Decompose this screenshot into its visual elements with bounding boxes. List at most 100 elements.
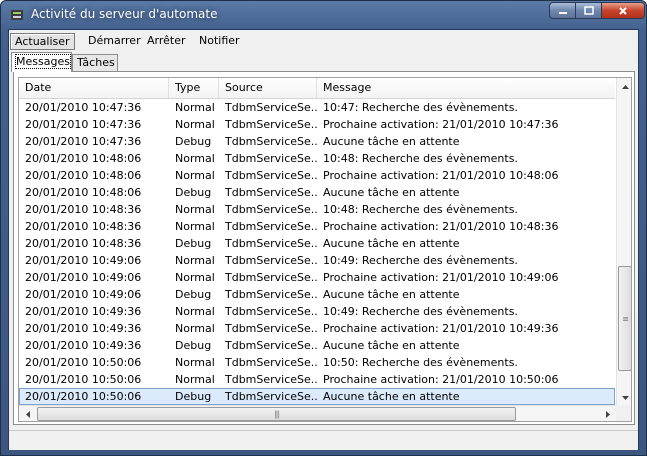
table-row[interactable]: 20/01/2010 10:48:06 Normal TdbmServiceSe..…	[19, 150, 615, 167]
cell-message: 10:48: Recherche des évènements.	[323, 152, 518, 165]
scroll-down-button[interactable]	[617, 389, 631, 406]
cell-source: TdbmServiceSe...	[225, 356, 317, 369]
list-header: Date Type Source Message	[19, 78, 615, 99]
vertical-scrollbar[interactable]: ≡	[616, 78, 631, 406]
horizontal-scrollbar[interactable]: |||	[19, 405, 616, 421]
table-row[interactable]: 20/01/2010 10:47:36 Normal TdbmServiceSe..…	[19, 99, 615, 116]
table-row[interactable]: 20/01/2010 10:48:36 Normal TdbmServiceSe..…	[19, 218, 615, 235]
table-row[interactable]: 20/01/2010 10:47:36 Normal TdbmServiceSe..…	[19, 116, 615, 133]
vertical-scroll-thumb[interactable]: ≡	[618, 266, 631, 371]
table-row[interactable]: 20/01/2010 10:49:36 Normal TdbmServiceSe..…	[19, 320, 615, 337]
cell-message: Prochaine activation: 21/01/2010 10:48:3…	[323, 220, 559, 233]
cell-message: Prochaine activation: 21/01/2010 10:49:0…	[323, 271, 559, 284]
cell-source: TdbmServiceSe...	[225, 135, 317, 148]
cell-date: 20/01/2010 10:49:36	[25, 339, 142, 352]
scroll-up-button[interactable]	[617, 78, 631, 95]
cell-date: 20/01/2010 10:50:06	[25, 390, 142, 403]
table-row[interactable]: 20/01/2010 10:48:06 Debug TdbmServiceSe...…	[19, 184, 615, 201]
tab-taches-label: Tâches	[77, 56, 115, 69]
table-row[interactable]: 20/01/2010 10:49:06 Normal TdbmServiceSe..…	[19, 269, 615, 286]
table-row[interactable]: 20/01/2010 10:49:06 Normal TdbmServiceSe..…	[19, 252, 615, 269]
table-row[interactable]: 20/01/2010 10:47:36 Debug TdbmServiceSe...…	[19, 133, 615, 150]
cell-date: 20/01/2010 10:49:06	[25, 288, 142, 301]
cell-message: Prochaine activation: 21/01/2010 10:49:3…	[323, 322, 559, 335]
close-button[interactable]	[602, 2, 645, 19]
cell-date: 20/01/2010 10:49:36	[25, 305, 142, 318]
cell-type: Normal	[175, 373, 215, 386]
column-header-date[interactable]: Date	[19, 78, 169, 98]
cell-message: Prochaine activation: 21/01/2010 10:47:3…	[323, 118, 559, 131]
table-row[interactable]: 20/01/2010 10:50:06 Normal TdbmServiceSe..…	[19, 371, 615, 388]
table-row[interactable]: 20/01/2010 10:50:06 Normal TdbmServiceSe..…	[19, 354, 615, 371]
cell-source: TdbmServiceSe...	[225, 288, 317, 301]
cell-date: 20/01/2010 10:50:06	[25, 373, 142, 386]
cell-date: 20/01/2010 10:48:36	[25, 220, 142, 233]
app-window: Activité du serveur d'automate Actualise…	[0, 0, 647, 456]
tab-taches[interactable]: Tâches	[72, 54, 118, 71]
cell-message: Aucune tâche en attente	[323, 339, 460, 352]
messages-list[interactable]: Date Type Source Message 20/01/2010 10:4…	[18, 77, 632, 422]
cell-source: TdbmServiceSe...	[225, 203, 317, 216]
maximize-button[interactable]	[576, 2, 602, 19]
cell-date: 20/01/2010 10:48:06	[25, 169, 142, 182]
cell-type: Normal	[175, 152, 215, 165]
table-row[interactable]: 20/01/2010 10:48:36 Debug TdbmServiceSe...…	[19, 235, 615, 252]
menu-arreter[interactable]: Arrêter	[143, 33, 190, 50]
cell-date: 20/01/2010 10:49:36	[25, 322, 142, 335]
caption-buttons	[549, 2, 645, 20]
table-row[interactable]: 20/01/2010 10:49:36 Normal TdbmServiceSe..…	[19, 303, 615, 320]
menu-demarrer[interactable]: Démarrer	[84, 33, 145, 50]
cell-message: 10:49: Recherche des évènements.	[323, 254, 518, 267]
status-bar	[9, 430, 638, 450]
menu-actualiser[interactable]: Actualiser	[10, 33, 75, 50]
table-row[interactable]: 20/01/2010 10:48:06 Normal TdbmServiceSe..…	[19, 167, 615, 184]
table-row[interactable]: 20/01/2010 10:49:36 Debug TdbmServiceSe...…	[19, 337, 615, 354]
scroll-left-button[interactable]	[19, 406, 36, 421]
cell-type: Normal	[175, 118, 215, 131]
tab-messages[interactable]: Messages	[11, 52, 72, 72]
tab-messages-label: Messages	[15, 54, 71, 69]
cell-date: 20/01/2010 10:48:36	[25, 237, 142, 250]
grip-icon: |||	[273, 409, 280, 419]
cell-message: Prochaine activation: 21/01/2010 10:50:0…	[323, 373, 559, 386]
cell-source: TdbmServiceSe...	[225, 373, 317, 386]
cell-type: Debug	[175, 288, 212, 301]
cell-message: Aucune tâche en attente	[323, 135, 460, 148]
server-icon	[11, 10, 23, 20]
minimize-button[interactable]	[549, 2, 576, 19]
table-row[interactable]: 20/01/2010 10:49:06 Debug TdbmServiceSe...…	[19, 286, 615, 303]
cell-date: 20/01/2010 10:47:36	[25, 118, 142, 131]
cell-message: Aucune tâche en attente	[323, 390, 460, 403]
cell-date: 20/01/2010 10:48:06	[25, 152, 142, 165]
cell-date: 20/01/2010 10:49:06	[25, 254, 142, 267]
arrow-right-icon	[605, 411, 610, 418]
cell-source: TdbmServiceSe...	[225, 322, 317, 335]
title-bar[interactable]: Activité du serveur d'automate	[1, 1, 646, 29]
table-row[interactable]: 20/01/2010 10:50:06 Debug TdbmServiceSe...…	[19, 388, 615, 405]
menu-bar: Actualiser Démarrer Arrêter Notifier	[9, 30, 638, 52]
column-header-type[interactable]: Type	[169, 78, 219, 98]
close-icon	[619, 6, 627, 15]
cell-source: TdbmServiceSe...	[225, 169, 317, 182]
cell-date: 20/01/2010 10:49:06	[25, 271, 142, 284]
cell-type: Normal	[175, 101, 215, 114]
menu-notifier[interactable]: Notifier	[195, 33, 244, 50]
cell-type: Normal	[175, 203, 215, 216]
cell-source: TdbmServiceSe...	[225, 118, 317, 131]
table-row[interactable]: 20/01/2010 10:48:36 Normal TdbmServiceSe..…	[19, 201, 615, 218]
cell-message: 10:47: Recherche des évènements.	[323, 101, 518, 114]
cell-type: Normal	[175, 356, 215, 369]
cell-type: Normal	[175, 220, 215, 233]
scroll-right-button[interactable]	[599, 406, 616, 421]
cell-message: Aucune tâche en attente	[323, 237, 460, 250]
column-header-source[interactable]: Source	[219, 78, 317, 98]
cell-type: Debug	[175, 186, 212, 199]
cell-source: TdbmServiceSe...	[225, 152, 317, 165]
column-header-message[interactable]: Message	[317, 78, 615, 98]
cell-message: Aucune tâche en attente	[323, 288, 460, 301]
minimize-icon	[558, 11, 567, 14]
horizontal-scroll-thumb[interactable]: |||	[37, 407, 516, 421]
cell-type: Debug	[175, 390, 212, 403]
cell-date: 20/01/2010 10:48:36	[25, 203, 142, 216]
cell-source: TdbmServiceSe...	[225, 186, 317, 199]
